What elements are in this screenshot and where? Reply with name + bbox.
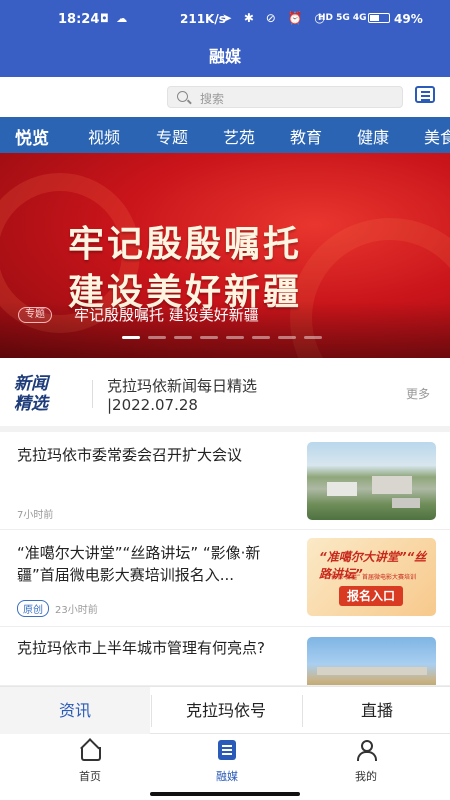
tab-yuelan[interactable]: 悦览	[15, 124, 49, 149]
news-title: 克拉玛依市委常委会召开扩大会议	[17, 446, 243, 464]
divider	[92, 380, 93, 408]
system-status-icons: ➤ ✱ ⊘ ⏰ ◷	[222, 11, 329, 25]
search-placeholder: 搜索	[200, 92, 225, 106]
tab-health[interactable]: 健康	[357, 124, 389, 148]
nav-home-label: 首页	[79, 770, 101, 783]
search-input[interactable]: 搜索	[167, 86, 403, 108]
hero-banner[interactable]: 牢记殷殷嘱托 建设美好新疆 专题 牢记殷殷嘱托 建设美好新疆	[0, 153, 450, 358]
tab-education[interactable]: 教育	[290, 124, 322, 148]
category-tabs: 悦览 视频 专题 艺苑 教育 健康 美食	[0, 117, 450, 153]
page-title: 融媒	[208, 47, 241, 66]
tab-news[interactable]: 资讯	[0, 687, 150, 735]
search-row: 搜索	[0, 77, 450, 117]
carousel-dot[interactable]	[122, 336, 140, 339]
news-item[interactable]: 克拉玛依市委常委会召开扩大会议 7小时前	[0, 432, 450, 530]
digest-title: 克拉玛依新闻每日精选	[107, 377, 258, 395]
home-icon	[79, 740, 101, 761]
status-bar: 18:24 ◘ ☁ 211K/s ➤ ✱ ⊘ ⏰ ◷ HD 5G 4G 49%	[0, 0, 450, 36]
tab-video[interactable]: 视频	[88, 124, 120, 148]
nav-profile-label: 我的	[355, 770, 377, 783]
tab-food[interactable]: 美食	[424, 124, 450, 148]
digest-badge: 新闻 精选	[14, 374, 48, 414]
newspaper-icon[interactable]	[415, 86, 435, 103]
bottom-navigation: 首页 融媒 我的	[0, 734, 450, 800]
news-digest[interactable]: 新闻 精选 克拉玛依新闻每日精选 |2022.07.28 更多	[0, 358, 450, 432]
app-header: 18:24 ◘ ☁ 211K/s ➤ ✱ ⊘ ⏰ ◷ HD 5G 4G 49% …	[0, 0, 450, 77]
more-link[interactable]: 更多	[406, 385, 430, 402]
nav-media-label: 融媒	[216, 770, 238, 783]
banner-tag: 专题	[18, 307, 52, 323]
tab-arts[interactable]: 艺苑	[223, 124, 255, 148]
news-thumbnail	[307, 442, 436, 520]
carousel-dot[interactable]	[148, 336, 166, 339]
carousel-dot[interactable]	[226, 336, 244, 339]
digest-badge-line2: 精选	[14, 394, 48, 414]
news-item[interactable]: “准噶尔大讲堂”“丝路讲坛” “影像·新疆”首届微电影大赛培训报名入... 原创…	[0, 530, 450, 627]
section-tabs: 资讯 克拉玛依号 直播	[0, 686, 450, 735]
news-meta: 原创 23小时前	[17, 600, 98, 617]
tab-karamay-accounts[interactable]: 克拉玛依号	[151, 687, 301, 735]
nav-home[interactable]: 首页	[45, 740, 135, 784]
user-icon	[355, 740, 377, 761]
battery-percent: 49%	[394, 12, 423, 26]
nav-media[interactable]: 融媒	[182, 740, 272, 784]
thumb-button: 报名入口	[339, 586, 403, 606]
carousel-dot[interactable]	[252, 336, 270, 339]
news-thumbnail: “准噶尔大讲堂”“丝路讲坛” “影像·新疆” 首届微电影大赛培训 报名入口	[307, 538, 436, 616]
search-icon	[177, 91, 188, 102]
media-doc-icon	[218, 740, 236, 760]
news-time-text: 7小时前	[17, 510, 54, 521]
carousel-dot[interactable]	[304, 336, 322, 339]
nav-profile[interactable]: 我的	[321, 740, 411, 784]
network-speed: 211K/s	[180, 12, 226, 26]
original-badge: 原创	[17, 600, 49, 617]
news-time-text: 23小时前	[55, 605, 98, 616]
banner-headline-line1: 牢记殷殷嘱托	[68, 224, 303, 265]
news-item[interactable]: 克拉玛依市上半年城市管理有何亮点?	[0, 627, 450, 686]
signal-indicator: HD 5G 4G	[318, 13, 367, 23]
carousel-dot[interactable]	[174, 336, 192, 339]
tab-topics[interactable]: 专题	[156, 124, 188, 148]
digest-date: |2022.07.28	[107, 396, 198, 414]
thumb-subheading: “影像·新疆” 首届微电影大赛培训	[327, 574, 417, 581]
news-title: “准噶尔大讲堂”“丝路讲坛” “影像·新疆”首届微电影大赛培训报名入...	[17, 544, 261, 584]
news-title: 克拉玛依市上半年城市管理有何亮点?	[17, 639, 265, 657]
home-indicator	[150, 792, 300, 796]
carousel-dot[interactable]	[200, 336, 218, 339]
battery-icon	[368, 13, 390, 23]
banner-caption: 牢记殷殷嘱托 建设美好新疆	[74, 306, 259, 324]
tab-live[interactable]: 直播	[302, 687, 450, 735]
battery-fill	[370, 15, 379, 21]
carousel-dot[interactable]	[278, 336, 296, 339]
digest-badge-line1: 新闻	[14, 374, 48, 394]
news-thumbnail	[307, 637, 436, 685]
status-time: 18:24	[58, 12, 100, 27]
notification-icons: ◘ ☁	[100, 12, 130, 25]
news-time: 7小时前	[17, 506, 53, 521]
